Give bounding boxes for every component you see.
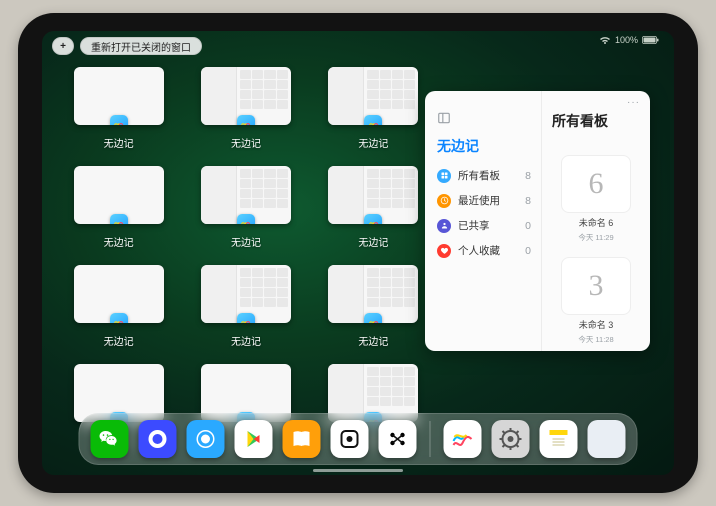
person-icon — [437, 219, 451, 233]
window-thumb — [74, 67, 164, 125]
sidebar-nav-item[interactable]: 最近使用 8 — [437, 193, 531, 208]
window-tile[interactable]: 无边记 — [321, 166, 426, 249]
window-label: 无边记 — [231, 234, 261, 249]
dock-app-quark[interactable] — [139, 420, 177, 458]
clock-icon — [437, 194, 451, 208]
window-label: 无边记 — [231, 135, 261, 150]
panel-main-title: 所有看板 — [552, 111, 640, 131]
dock-app-qqbrowser[interactable] — [187, 420, 225, 458]
dock-app-settings[interactable] — [492, 420, 530, 458]
freeform-app-icon — [237, 313, 255, 323]
window-thumb — [328, 265, 418, 323]
window-tile[interactable]: 无边记 — [321, 265, 426, 348]
nav-item-count: 0 — [525, 220, 531, 232]
sidebar-nav-item[interactable]: 所有看板 8 — [437, 168, 531, 183]
dock-separator — [430, 421, 431, 457]
nav-item-label: 个人收藏 — [458, 243, 500, 258]
nav-item-count: 0 — [525, 245, 531, 257]
dock — [79, 413, 638, 465]
board-thumbnail: 6 — [561, 155, 631, 213]
board-label: 未命名 6 — [579, 216, 614, 229]
open-windows-grid: 无边记无边记无边记无边记无边记无边记无边记无边记无边记无边记无边记无边记 — [66, 67, 426, 447]
status-bar: 100% — [585, 31, 674, 49]
window-thumb — [201, 265, 291, 323]
window-tile[interactable]: 无边记 — [66, 67, 171, 150]
nav-item-count: 8 — [525, 170, 531, 182]
window-label: 无边记 — [358, 234, 388, 249]
top-controls: + 重新打开已关闭的窗口 — [52, 37, 202, 55]
heart-icon — [437, 244, 451, 258]
freeform-app-icon — [110, 115, 128, 125]
window-thumb — [201, 67, 291, 125]
nav-item-count: 8 — [525, 195, 531, 207]
reopen-closed-window-button[interactable]: 重新打开已关闭的窗口 — [80, 37, 202, 55]
nav-item-label: 最近使用 — [458, 193, 500, 208]
window-thumb — [74, 166, 164, 224]
window-thumb — [328, 67, 418, 125]
sidebar-nav: 所有看板 8 最近使用 8 已共享 0 个人收藏 0 — [437, 168, 531, 258]
freeform-window-panel[interactable]: ··· 无边记 所有看板 8 最近使用 8 已共享 0 个人收藏 0 所有看板 6 未命名 6 今… — [425, 91, 650, 351]
sidebar-nav-item[interactable]: 已共享 0 — [437, 218, 531, 233]
window-label: 无边记 — [104, 234, 134, 249]
board-item[interactable]: 6 未命名 6 今天 11:29 — [552, 155, 640, 243]
board-item[interactable]: 3 未命名 3 今天 11:28 — [552, 257, 640, 345]
dock-app-freeform[interactable] — [444, 420, 482, 458]
window-thumb — [74, 265, 164, 323]
new-window-button[interactable]: + — [52, 37, 74, 55]
screen: 100% + 重新打开已关闭的窗口 无边记无边记无边记无边记无边记无边记无边记无… — [42, 31, 674, 475]
sidebar-nav-item[interactable]: 个人收藏 0 — [437, 243, 531, 258]
freeform-app-icon — [110, 214, 128, 224]
window-label: 无边记 — [358, 135, 388, 150]
nav-item-label: 所有看板 — [458, 168, 500, 183]
window-tile[interactable]: 无边记 — [321, 67, 426, 150]
sidebar-title: 无边记 — [437, 136, 531, 156]
grid-icon — [437, 169, 451, 183]
board-thumbnail: 3 — [561, 257, 631, 315]
dock-app-books[interactable] — [283, 420, 321, 458]
board-list: 6 未命名 6 今天 11:29 3 未命名 3 今天 11:28 — [552, 155, 640, 345]
freeform-app-icon — [364, 214, 382, 224]
board-timestamp: 今天 11:29 — [578, 232, 613, 243]
freeform-app-icon — [364, 115, 382, 125]
home-indicator[interactable] — [313, 469, 403, 472]
panel-sidebar: 无边记 所有看板 8 最近使用 8 已共享 0 个人收藏 0 — [425, 91, 542, 351]
dock-app-notes[interactable] — [540, 420, 578, 458]
dock-recent-stack[interactable] — [588, 420, 626, 458]
window-tile[interactable]: 无边记 — [66, 265, 171, 348]
window-controls-icon[interactable]: ··· — [627, 97, 640, 108]
nav-item-label: 已共享 — [458, 218, 490, 233]
window-thumb — [328, 166, 418, 224]
freeform-app-icon — [110, 313, 128, 323]
freeform-app-icon — [237, 214, 255, 224]
panel-main: 所有看板 6 未命名 6 今天 11:29 3 未命名 3 今天 11:28 — [542, 91, 650, 351]
freeform-app-icon — [237, 115, 255, 125]
window-tile[interactable]: 无边记 — [193, 265, 298, 348]
ipad-frame: 100% + 重新打开已关闭的窗口 无边记无边记无边记无边记无边记无边记无边记无… — [18, 13, 698, 493]
window-label: 无边记 — [104, 135, 134, 150]
battery-icon — [642, 35, 660, 45]
dock-app-dots[interactable] — [379, 420, 417, 458]
window-label: 无边记 — [104, 333, 134, 348]
wifi-icon — [599, 35, 611, 45]
window-tile[interactable]: 无边记 — [66, 166, 171, 249]
dock-app-dot[interactable] — [331, 420, 369, 458]
window-thumb — [201, 166, 291, 224]
sidebar-toggle-icon[interactable] — [437, 111, 451, 125]
window-label: 无边记 — [231, 333, 261, 348]
dock-app-wechat[interactable] — [91, 420, 129, 458]
battery-percent: 100% — [615, 35, 638, 45]
dock-app-play[interactable] — [235, 420, 273, 458]
freeform-app-icon — [364, 313, 382, 323]
window-tile[interactable]: 无边记 — [193, 166, 298, 249]
window-tile[interactable]: 无边记 — [193, 67, 298, 150]
window-label: 无边记 — [358, 333, 388, 348]
board-timestamp: 今天 11:28 — [578, 334, 613, 345]
board-label: 未命名 3 — [579, 318, 614, 331]
